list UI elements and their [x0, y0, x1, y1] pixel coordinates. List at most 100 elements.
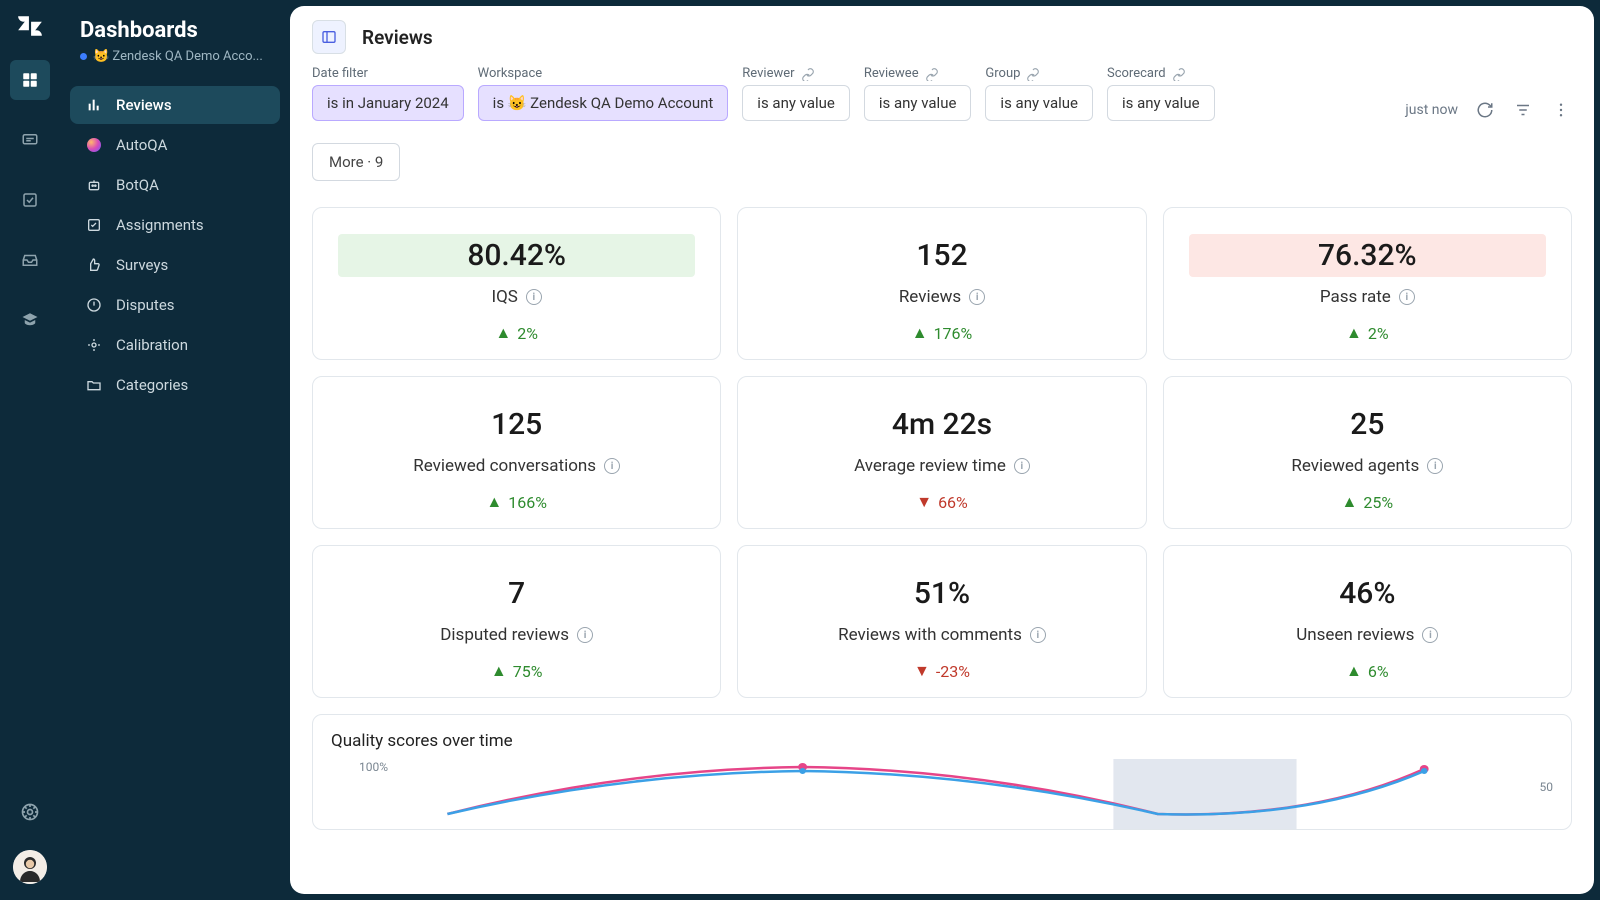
metric-card[interactable]: 125 Reviewed conversationsi ▲166%: [312, 376, 721, 529]
sidebar-title: Dashboards: [70, 18, 280, 43]
metric-card[interactable]: 7Disputed reviewsi▲75%: [312, 545, 721, 698]
metric-value: 76.32%: [1189, 238, 1546, 273]
filter-actions: just now: [1405, 99, 1572, 121]
rail-inbox[interactable]: [10, 240, 50, 280]
info-icon[interactable]: i: [577, 627, 593, 643]
sidebar-item-assignments[interactable]: Assignments: [70, 206, 280, 244]
info-icon[interactable]: i: [1030, 627, 1046, 643]
chart-plot: [403, 759, 1513, 829]
info-icon[interactable]: i: [1014, 458, 1030, 474]
filter-icon-button[interactable]: [1512, 99, 1534, 121]
info-icon[interactable]: i: [1427, 458, 1443, 474]
metric-value-wrap: 4m 22s: [764, 403, 1121, 446]
more-menu-button[interactable]: [1550, 99, 1572, 121]
metric-label: Reviewed agentsi: [1291, 456, 1443, 476]
rail-learn[interactable]: [10, 300, 50, 340]
metric-card[interactable]: 76.32%Pass ratei▲2%: [1163, 207, 1572, 360]
sidebar-item-label: AutoQA: [116, 136, 167, 154]
metric-card[interactable]: 152Reviewsi▲176%: [737, 207, 1146, 360]
chart-right-tick: 50: [1540, 780, 1554, 794]
metric-value: 80.42%: [338, 238, 695, 273]
chart-area: 100% 50: [331, 759, 1553, 829]
metric-value-wrap: 152: [764, 234, 1121, 277]
filter-group-value[interactable]: is any value: [985, 85, 1093, 121]
link-icon: [801, 67, 815, 81]
arrow-up-icon: ▲: [491, 661, 507, 681]
sidebar-item-autoqa[interactable]: AutoQA: [70, 126, 280, 164]
filter-date-value[interactable]: is in January 2024: [312, 85, 464, 121]
rail-chat[interactable]: [10, 120, 50, 160]
rail-tasks[interactable]: [10, 180, 50, 220]
collapse-sidebar-button[interactable]: [312, 20, 346, 54]
info-icon[interactable]: i: [604, 458, 620, 474]
info-icon[interactable]: i: [1399, 289, 1415, 305]
metric-card[interactable]: 46%Unseen reviewsi▲6%: [1163, 545, 1572, 698]
breadcrumb[interactable]: 😺 Zendesk QA Demo Acco...: [70, 49, 280, 64]
bar-chart-icon: [84, 95, 104, 115]
metric-delta: ▲166%: [486, 492, 547, 512]
arrow-down-icon: ▼: [914, 661, 930, 681]
zendesk-logo: [16, 12, 44, 40]
thumbs-up-icon: [84, 255, 104, 275]
metric-delta: ▲25%: [1342, 492, 1394, 512]
info-icon[interactable]: i: [969, 289, 985, 305]
main-panel: Reviews Date filter is in January 2024 W…: [290, 6, 1594, 894]
metric-card[interactable]: 25Reviewed agentsi▲25%: [1163, 376, 1572, 529]
rail-dashboards[interactable]: [10, 60, 50, 100]
icon-rail: [0, 0, 60, 900]
arrow-up-icon: ▲: [495, 323, 511, 343]
filter-label: Group: [985, 66, 1093, 81]
rail-help[interactable]: [10, 792, 50, 832]
more-filters-chip[interactable]: More · 9: [312, 143, 400, 181]
sidebar-item-calibration[interactable]: Calibration: [70, 326, 280, 364]
breadcrumb-text: 😺 Zendesk QA Demo Acco...: [93, 49, 263, 64]
filter-date: Date filter is in January 2024: [312, 66, 464, 121]
metric-label: IQSi: [491, 287, 541, 307]
folder-icon: [84, 375, 104, 395]
filter-workspace-value[interactable]: is 😺 Zendesk QA Demo Account: [478, 85, 729, 121]
sidebar-item-label: Categories: [116, 376, 188, 394]
info-icon[interactable]: i: [526, 289, 542, 305]
content-scroll[interactable]: More · 9 80.42%IQSi▲2%152Reviewsi▲176%76…: [290, 121, 1594, 894]
sidebar-item-label: BotQA: [116, 176, 159, 194]
metric-delta: ▲2%: [495, 323, 538, 343]
sidebar-item-botqa[interactable]: BotQA: [70, 166, 280, 204]
user-avatar[interactable]: [13, 850, 47, 884]
filter-reviewer-value[interactable]: is any value: [742, 85, 850, 121]
filter-reviewee-value[interactable]: is any value: [864, 85, 972, 121]
filter-label: Reviewer: [742, 66, 850, 81]
sidebar-item-categories[interactable]: Categories: [70, 366, 280, 404]
metric-label: Reviewed conversationsi: [413, 456, 620, 476]
metric-delta: ▲75%: [491, 661, 543, 681]
refresh-timestamp: just now: [1405, 102, 1458, 118]
metric-value: 51%: [764, 576, 1121, 611]
metric-value-wrap: 80.42%: [338, 234, 695, 277]
filter-label: Reviewee: [864, 66, 972, 81]
metric-value-wrap: 7: [338, 572, 695, 615]
link-icon: [925, 67, 939, 81]
filter-scorecard: Scorecard is any value: [1107, 66, 1215, 121]
metric-delta: ▲6%: [1346, 661, 1389, 681]
sidebar-item-disputes[interactable]: Disputes: [70, 286, 280, 324]
metric-card[interactable]: 80.42% IQSi ▲2%: [312, 207, 721, 360]
metric-value: 7: [338, 576, 695, 611]
filter-label: Workspace: [478, 66, 729, 81]
sidebar-item-label: Disputes: [116, 296, 175, 314]
metric-card[interactable]: 51%Reviews with commentsi▼-23%: [737, 545, 1146, 698]
refresh-button[interactable]: [1474, 99, 1496, 121]
chart-title: Quality scores over time: [331, 731, 1553, 751]
info-icon[interactable]: i: [1422, 627, 1438, 643]
filter-group: Group is any value: [985, 66, 1093, 121]
filter-workspace: Workspace is 😺 Zendesk QA Demo Account: [478, 66, 729, 121]
filter-scorecard-value[interactable]: is any value: [1107, 85, 1215, 121]
sidebar-item-reviews[interactable]: Reviews: [70, 86, 280, 124]
metric-card[interactable]: 4m 22sAverage review timei▼66%: [737, 376, 1146, 529]
bot-icon: [84, 175, 104, 195]
warning-icon: [84, 295, 104, 315]
filter-reviewer: Reviewer is any value: [742, 66, 850, 121]
autoqa-icon: [84, 135, 104, 155]
metric-value: 125: [338, 407, 695, 442]
page-title: Reviews: [362, 26, 433, 49]
filter-label: Scorecard: [1107, 66, 1215, 81]
sidebar-item-surveys[interactable]: Surveys: [70, 246, 280, 284]
